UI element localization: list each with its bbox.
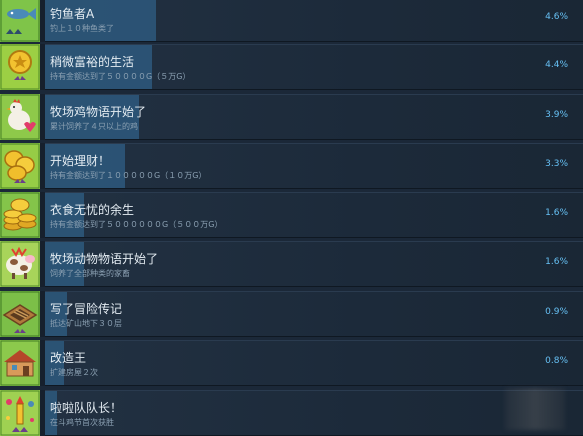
achievement-row[interactable]: 啦啦队队长！ 在斗鸡节首次获胜 bbox=[0, 390, 583, 436]
livestock-icon bbox=[0, 241, 40, 287]
achievement-panel: 开始理财！ 持有金额达到了１０００００G（１０万G） 3.3% bbox=[45, 143, 583, 189]
achievement-title: 稍微富裕的生活 bbox=[50, 55, 135, 69]
unlock-percentage: 4.6% bbox=[545, 12, 568, 22]
achievement-description: 扩建房屋２次 bbox=[50, 368, 98, 377]
unlock-percentage: 0.8% bbox=[545, 356, 568, 366]
achievement-description: 持有金额达到了５００００G（５万G） bbox=[50, 72, 191, 81]
coin-stack-icon bbox=[0, 192, 40, 238]
achievement-title: 啦啦队队长！ bbox=[50, 401, 123, 415]
achievement-description: 饲养了全部种类的家畜 bbox=[50, 269, 130, 278]
achievement-row[interactable]: 牧场动物物语开始了 饲养了全部种类的家畜 1.6% bbox=[0, 241, 583, 287]
achievement-panel: 啦啦队队长！ 在斗鸡节首次获胜 bbox=[45, 390, 583, 436]
achievement-title: 开始理财！ bbox=[50, 154, 111, 168]
achievement-title: 钓鱼者A bbox=[50, 7, 95, 21]
house-icon bbox=[0, 340, 40, 386]
fish-icon bbox=[0, 0, 40, 42]
achievement-list: 钓鱼者A 钓上１０种鱼类了 4.6% 稍微富裕的生活 持有金额达到了５００００G… bbox=[0, 0, 583, 436]
achievement-panel: 牧场动物物语开始了 饲养了全部种类的家畜 1.6% bbox=[45, 241, 583, 287]
achievement-title: 写了冒险传记 bbox=[50, 302, 123, 316]
achievement-row[interactable]: 衣食无忧的余生 持有金额达到了５００００００G（５００万G） 1.6% bbox=[0, 192, 583, 238]
achievement-panel: 衣食无忧的余生 持有金额达到了５００００００G（５００万G） 1.6% bbox=[45, 192, 583, 238]
achievement-title: 牧场动物物语开始了 bbox=[50, 252, 159, 266]
achievement-row[interactable]: 改造王 扩建房屋２次 0.8% bbox=[0, 340, 583, 386]
achievement-panel: 写了冒险传记 抵达矿山地下３０层 0.9% bbox=[45, 291, 583, 337]
unlock-percentage: 0.9% bbox=[545, 307, 568, 317]
achievement-panel: 牧场鸡物语开始了 累计饲养了４只以上的鸡 3.9% bbox=[45, 94, 583, 140]
achievement-description: 累计饲养了４只以上的鸡 bbox=[50, 122, 138, 131]
achievement-row[interactable]: 牧场鸡物语开始了 累计饲养了４只以上的鸡 3.9% bbox=[0, 94, 583, 140]
achievement-panel: 钓鱼者A 钓上１０种鱼类了 4.6% bbox=[45, 0, 583, 42]
festival-icon bbox=[0, 390, 40, 436]
achievement-panel: 改造王 扩建房屋２次 0.8% bbox=[45, 340, 583, 386]
coins-icon bbox=[0, 143, 40, 189]
achievement-panel: 稍微富裕的生活 持有金额达到了５００００G（５万G） 4.4% bbox=[45, 44, 583, 90]
achievement-description: 在斗鸡节首次获胜 bbox=[50, 418, 114, 427]
chicken-icon bbox=[0, 94, 40, 140]
achievement-row[interactable]: 开始理财！ 持有金额达到了１０００００G（１０万G） 3.3% bbox=[0, 143, 583, 189]
achievement-row[interactable]: 写了冒险传记 抵达矿山地下３０层 0.9% bbox=[0, 291, 583, 337]
unlock-percentage: 1.6% bbox=[545, 208, 568, 218]
achievement-row[interactable]: 稍微富裕的生活 持有金额达到了５００００G（５万G） 4.4% bbox=[0, 44, 583, 90]
achievement-description: 钓上１０种鱼类了 bbox=[50, 24, 114, 33]
achievement-title: 衣食无忧的余生 bbox=[50, 203, 135, 217]
achievement-title: 牧场鸡物语开始了 bbox=[50, 105, 147, 119]
gold-coin-icon bbox=[0, 44, 40, 90]
achievement-description: 抵达矿山地下３０层 bbox=[50, 319, 122, 328]
unlock-percentage: 3.3% bbox=[545, 159, 568, 169]
achievement-row[interactable]: 钓鱼者A 钓上１０种鱼类了 4.6% bbox=[0, 0, 583, 42]
achievement-description: 持有金额达到了１０００００G（１０万G） bbox=[50, 171, 207, 180]
achievement-description: 持有金额达到了５００００００G（５００万G） bbox=[50, 220, 223, 229]
watermark-blur bbox=[505, 388, 565, 430]
achievement-title: 改造王 bbox=[50, 351, 87, 365]
unlock-percentage: 3.9% bbox=[545, 110, 568, 120]
unlock-percentage: 1.6% bbox=[545, 257, 568, 267]
mine-ladder-icon bbox=[0, 291, 40, 337]
unlock-percentage: 4.4% bbox=[545, 60, 568, 70]
